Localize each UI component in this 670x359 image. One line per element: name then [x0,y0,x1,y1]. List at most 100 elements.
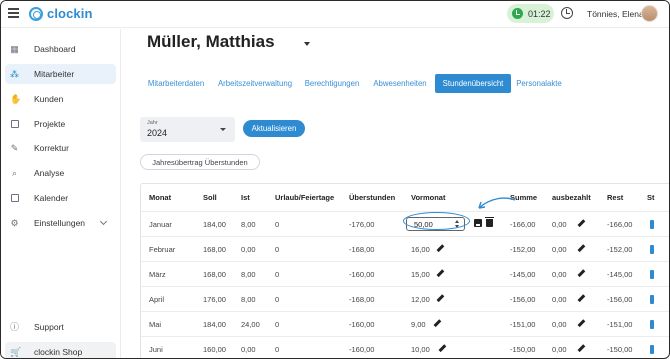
annotation-arrow-icon [478,197,516,209]
tab-mitarbeiterdaten[interactable]: Mitarbeiterdaten [140,74,212,93]
cell-rest: -145,00 [607,270,633,279]
sidebar-item-shop[interactable]: 🛒 clockin Shop [5,342,116,358]
column-header: Überstunden [349,193,396,202]
cell-ueberstunden: -160,00 [349,320,375,329]
year-select-value: 2024 [147,128,168,138]
calendar-icon [10,193,19,203]
cell-ausbezahlt: 0,00 [552,320,567,329]
sidebar-item-analyse[interactable]: ⌕ Analyse [5,163,116,183]
sidebar-item-label: Kalender [34,193,69,203]
sidebar-item-label: Projekte [34,119,66,129]
table-row: Juni 160,00 0,00 0 -160,00 10,00 -150,00… [141,336,669,358]
running-timer[interactable]: 01:22 [507,4,554,23]
tab-arbeitszeitverwaltung[interactable]: Arbeitszeitverwaltung [216,74,294,93]
app-logo[interactable]: clockin [29,6,93,21]
sidebar-item-kunden[interactable]: ✋ Kunden [5,89,116,109]
pencil-icon[interactable] [433,319,442,328]
pencil-icon[interactable] [577,244,586,253]
cell-soll: 176,00 [203,295,226,304]
cell-month: Juni [149,345,163,354]
tab-personalakte[interactable]: Personalakte [515,74,563,93]
sidebar-item-label: Einstellungen [34,218,86,228]
column-header: ausbezahlt [552,193,591,202]
highlight-ellipse [403,212,470,230]
cell-ist: 0,00 [241,245,256,254]
cell-urlaub: 0 [275,220,280,229]
cell-summe: -152,00 [510,245,536,254]
sidebar-item-support[interactable]: ⓘ Support [5,317,116,337]
table-row: März 168,00 8,00 0 -160,00 15,00 -145,00… [141,261,669,286]
tab-abwesenheiten[interactable]: Abwesenheiten [370,74,430,93]
refresh-button[interactable]: Aktualisieren [243,120,305,137]
sidebar-item-einstellungen[interactable]: ⚙ Einstellungen [5,213,116,233]
employees-icon: ⁂ [10,68,19,79]
pencil-icon[interactable] [436,244,445,253]
pencil-icon[interactable] [577,344,586,353]
sidebar-item-korrektur[interactable]: ✎ Korrektur [5,138,116,158]
column-header: Monat [149,193,172,202]
avatar[interactable] [641,5,658,22]
pencil-icon[interactable] [438,344,447,353]
hours-table: Monat Soll Ist Urlaub/Feiertage Überstun… [140,183,669,358]
status-indicator[interactable] [650,270,654,279]
pencil-icon[interactable] [577,219,586,228]
cell-soll: 168,00 [203,270,226,279]
sidebar-item-kalender[interactable]: Kalender [5,188,116,208]
sidebar-item-label: Kunden [34,94,64,104]
sidebar-item-label: Support [34,322,64,332]
cell-summe: -156,00 [510,295,536,304]
cell-ausbezahlt: 0,00 [552,270,567,279]
save-icon[interactable] [474,219,482,227]
sidebar-item-projekte[interactable]: Projekte [5,114,116,134]
status-indicator[interactable] [650,220,654,229]
analysis-icon: ⌕ [11,167,18,178]
cell-urlaub: 0 [275,245,280,254]
cell-ist: 8,00 [241,270,256,279]
clockin-logo-icon [29,6,43,21]
cell-rest: -166,00 [607,220,633,229]
pencil-icon[interactable] [577,319,586,328]
sidebar-item-dashboard[interactable]: ▦ Dashboard [5,39,116,59]
cell-soll: 160,00 [203,345,226,354]
sidebar-item-label: Mitarbeiter [34,69,75,79]
pencil-icon[interactable] [577,269,586,278]
column-header: Vormonat [411,193,446,202]
status-indicator[interactable] [650,245,654,254]
year-select[interactable]: Jahr 2024 [140,117,235,142]
caret-down-icon [220,128,226,131]
carryover-overtime-button[interactable]: Jahresübertrag Überstunden [140,154,260,170]
pencil-icon[interactable] [436,269,445,278]
cell-ist: 8,00 [241,295,256,304]
dashboard-icon: ▦ [10,43,19,54]
user-name[interactable]: Tönnies, Elena [587,9,644,19]
history-icon[interactable] [561,7,573,19]
pencil-icon[interactable] [436,294,445,303]
cell-summe: -151,00 [510,320,536,329]
handshake-icon: ✋ [10,93,22,104]
menu-collapse-icon[interactable] [8,8,19,18]
cell-vormonat: 10,00 [411,345,430,354]
column-header: Soll [203,193,217,202]
caret-down-icon[interactable] [304,42,310,46]
cell-vormonat: 12,00 [411,295,430,304]
pencil-icon[interactable] [577,294,586,303]
page-title: Müller, Matthias [147,32,275,51]
tab-stundenuebersicht[interactable]: Stundenübersicht [435,74,511,93]
cell-ist: 8,00 [241,220,256,229]
column-header: Urlaub/Feiertage [275,193,335,202]
chevron-down-icon [99,217,108,226]
gear-icon: ⚙ [10,217,19,228]
table-row: April 176,00 8,00 0 -168,00 12,00 -156,0… [141,286,669,311]
sidebar-item-mitarbeiter[interactable]: ⁂ Mitarbeiter [5,64,116,84]
cell-summe: -145,00 [510,270,536,279]
tab-berechtigungen[interactable]: Berechtigungen [302,74,362,93]
table-row: Mai 184,00 24,00 0 -160,00 9,00 -151,00 … [141,311,669,336]
status-indicator[interactable] [650,295,654,304]
cell-month: Februar [149,245,176,254]
trash-icon[interactable] [485,217,494,227]
cell-ausbezahlt: 0,00 [552,245,567,254]
status-indicator[interactable] [650,345,654,354]
cell-ist: 24,00 [241,320,260,329]
status-indicator[interactable] [650,320,654,329]
cell-urlaub: 0 [275,295,280,304]
